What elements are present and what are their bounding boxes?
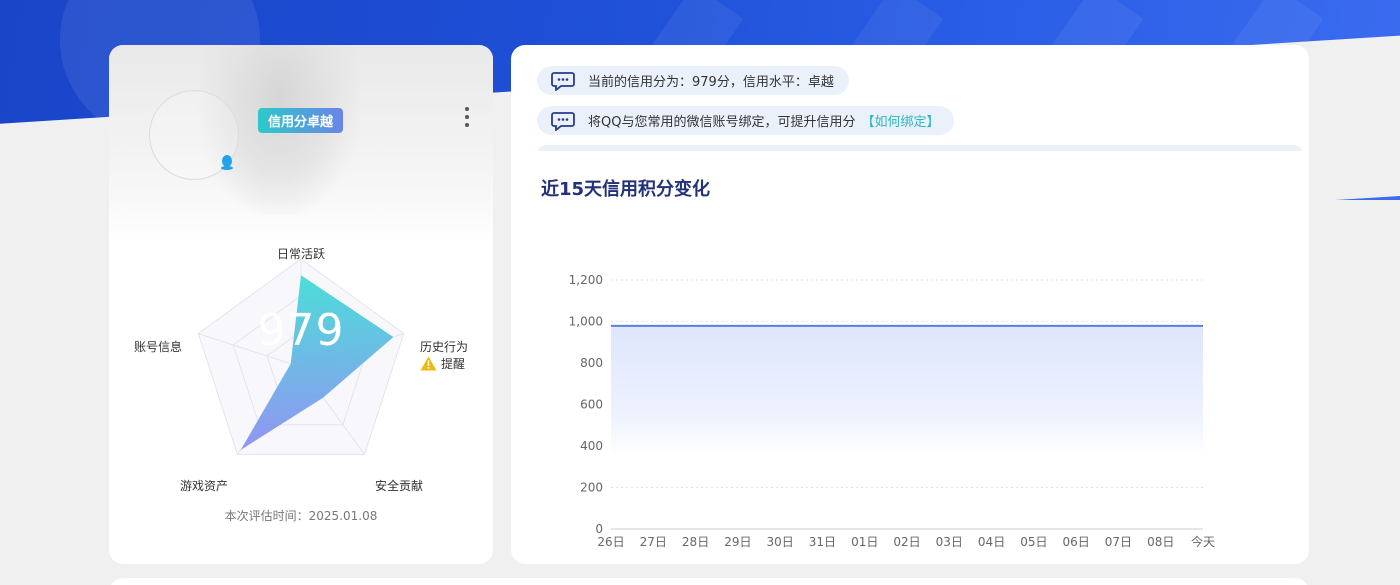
x-tick-label: 今天: [1191, 534, 1215, 549]
y-tick-label: 600: [580, 398, 603, 412]
y-tick-label: 0: [595, 522, 603, 536]
warning-label: 提醒: [441, 357, 466, 371]
x-tick-label: 04日: [978, 535, 1005, 549]
history-warning[interactable]: 提醒: [420, 355, 465, 372]
x-tick-label: 07日: [1105, 535, 1132, 549]
x-tick-label: 01日: [851, 535, 878, 549]
evaluation-time: 本次评估时间：2025.01.08: [224, 509, 378, 523]
credit-level-badge: 信用分卓越: [258, 108, 343, 133]
message-text: 当前的信用分为：979分，信用水平：卓越: [588, 75, 834, 90]
series-area: [611, 325, 1203, 456]
chart-title: 近15天信用积分变化: [541, 179, 711, 200]
radar-axis-label: 游戏资产: [180, 479, 229, 493]
message-text: 将QQ与您常用的微信账号绑定，可提升信用分: [588, 115, 856, 130]
message-item: 将QQ与您常用的微信账号绑定，可提升信用分 【如何绑定】: [537, 106, 955, 135]
x-tick-label: 08日: [1147, 535, 1174, 549]
credit-score: 979: [257, 305, 345, 356]
chat-bubble-icon: [551, 71, 575, 91]
radar-axis-label: 历史行为: [420, 340, 469, 354]
trend-chart-svg: 0 200 400 600 800 1,000 1,200 26日 27日 28日 29日 30日 3…: [569, 273, 1215, 549]
radar-axis-label: 安全贡献: [375, 479, 424, 493]
y-tick-label: 1,200: [569, 273, 603, 287]
radar-axis-label: 账号信息: [134, 340, 183, 354]
x-tick-label: 03日: [936, 535, 963, 549]
credit-trend-chart: 0 200 400 600 800 1,000 1,200 26日 27日 28日 29日 30日 3…: [511, 215, 1309, 555]
y-tick-label: 1,000: [569, 315, 603, 329]
x-tick-label: 27日: [640, 535, 667, 549]
x-tick-label: 26日: [597, 535, 624, 549]
x-tick-label: 06日: [1063, 535, 1090, 549]
warning-icon: [420, 356, 437, 371]
y-tick-label: 200: [580, 481, 603, 495]
x-tick-label: 28日: [682, 535, 709, 549]
x-tick-label: 02日: [893, 535, 920, 549]
qq-penguin-icon: [221, 155, 233, 170]
chat-bubble-icon: [551, 111, 575, 131]
credit-profile-card: 信用分卓越 日常活跃 历史行为 提醒 安全贡献 游戏资产 账号信息 979 本次…: [109, 45, 493, 564]
x-tick-label: 30日: [767, 535, 794, 549]
credit-trend-card: 当前的信用分为：979分，信用水平：卓越 将QQ与您常用的微信账号绑定，可提升信…: [511, 45, 1309, 564]
y-tick-label: 400: [580, 439, 603, 453]
x-tick-label: 31日: [809, 535, 836, 549]
message-item: 当前的信用分为：979分，信用水平：卓越: [537, 66, 849, 95]
next-section-card: [109, 578, 1309, 585]
message-list-mask: [511, 151, 1309, 163]
radar-axis-label: 日常活跃: [277, 247, 326, 261]
kebab-menu-icon[interactable]: [461, 107, 473, 127]
y-tick-label: 800: [580, 356, 603, 370]
how-to-bind-link[interactable]: 【如何绑定】: [861, 111, 939, 130]
x-tick-label: 05日: [1020, 535, 1047, 549]
x-tick-label: 29日: [724, 535, 751, 549]
